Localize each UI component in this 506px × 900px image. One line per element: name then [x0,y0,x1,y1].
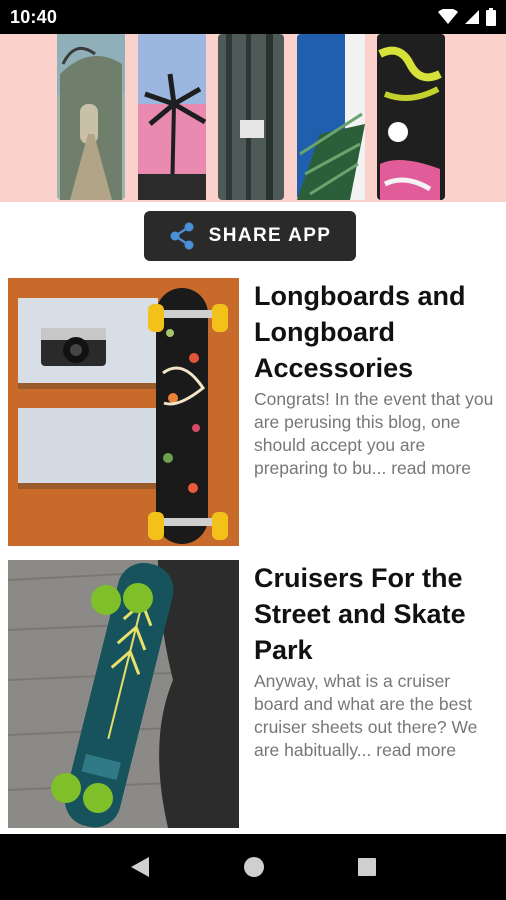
status-time: 10:40 [10,6,58,27]
article-excerpt: Congrats! In the event that you are peru… [254,388,498,480]
home-icon[interactable] [243,856,265,878]
article-title[interactable]: Cruisers For the Street and Skate Park [254,560,498,668]
back-icon[interactable] [129,855,151,879]
deck-image-1 [57,34,125,200]
read-more-link[interactable]: read more [376,740,456,760]
article-excerpt: Anyway, what is a cruiser board and what… [254,670,498,762]
deck-image-3 [218,34,284,200]
read-more-link[interactable]: read more [391,458,471,478]
article-card[interactable]: Cruisers For the Street and Skate Park A… [8,560,498,828]
article-thumbnail[interactable] [8,278,239,546]
battery-icon [486,8,496,26]
recents-icon[interactable] [357,857,377,877]
status-icons [438,8,496,26]
deck-image-4 [297,34,365,200]
article-card[interactable]: Longboards and Longboard Accessories Con… [8,278,498,546]
status-bar: 10:40 [0,0,506,34]
article-title[interactable]: Longboards and Longboard Accessories [254,278,498,386]
share-app-label: SHARE APP [208,225,332,246]
signal-icon [465,10,479,24]
wifi-icon [438,9,458,24]
share-app-button[interactable]: SHARE APP [144,211,356,261]
banner-image [0,34,506,202]
article-text: Longboards and Longboard Accessories Con… [254,278,498,480]
deck-image-5 [377,34,445,200]
article-text: Cruisers For the Street and Skate Park A… [254,560,498,762]
article-thumbnail[interactable] [8,560,239,828]
share-icon [170,222,194,250]
deck-image-2 [138,34,207,201]
navigation-bar [0,834,506,900]
